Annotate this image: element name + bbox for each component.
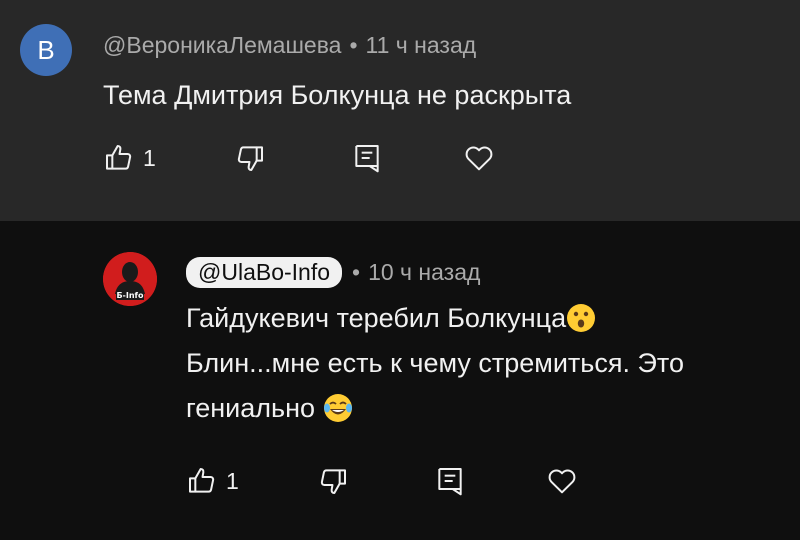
heart-icon [465,146,493,171]
comment-line-1-text: Гайдукевич теребил Болкунца [186,303,567,333]
comment-line-3-text: гениально [186,393,316,423]
comment-meta: @ВероникаЛемашева • 11 ч назад [103,32,476,59]
reply-icon [438,468,462,496]
comment-2: Б-Info @UlaBo-Info • 10 ч назад Гайдукев… [0,221,800,540]
thumbs-up-icon [106,145,132,170]
comment-text: Гайдукевич теребил Болкунца Блин...мне е… [186,296,786,431]
comment-time[interactable]: 10 ч назад [368,259,480,286]
separator: • [352,259,361,285]
comment-line-3: гениально [186,386,786,431]
author-chip[interactable]: @UlaBo-Info [186,257,343,288]
reply-button[interactable] [351,142,383,174]
comment-meta: @UlaBo-Info • 10 ч назад [186,257,480,288]
comment-actions: 1 [0,465,800,515]
comment-text: Тема Дмитрия Болкунца не раскрыта [103,80,572,110]
comment-author[interactable]: @ВероникаЛемашева [103,32,341,59]
tears-of-joy-emoji [323,394,352,422]
comment-time[interactable]: 11 ч назад [366,32,477,59]
avatar-letter: В [37,34,55,65]
reply-button[interactable] [434,465,466,497]
comment-line-2: Блин...мне есть к чему стремиться. Это [186,348,684,378]
heart-button[interactable] [545,465,579,497]
comment-1: В @ВероникаЛемашева • 11 ч назад Тема Дм… [0,0,800,221]
like-button[interactable]: 1 [186,465,239,497]
dislike-button[interactable] [234,142,266,174]
thumbs-down-icon [237,146,263,171]
heart-button[interactable] [462,142,496,174]
astonished-face-emoji [567,304,596,332]
dislike-button[interactable] [317,465,349,497]
like-count: 1 [226,467,239,494]
avatar[interactable]: Б-Info [103,252,157,306]
like-count: 1 [143,144,156,171]
avatar[interactable]: В [20,24,72,76]
like-button[interactable]: 1 [103,142,156,174]
avatar-label: Б-Info [116,291,144,300]
comment-actions: 1 [0,142,800,192]
reply-icon [355,145,379,173]
thumbs-up-icon [189,468,215,493]
separator: • [349,32,358,58]
heart-icon [548,469,576,494]
comment-line-1: Гайдукевич теребил Болкунца [186,296,786,341]
thumbs-down-icon [320,469,346,494]
